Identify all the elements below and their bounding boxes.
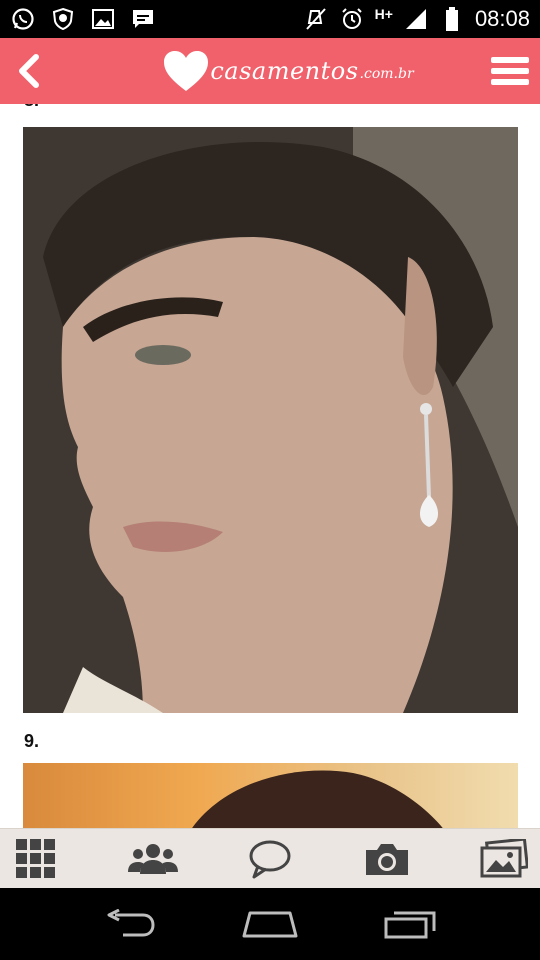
hamburger-menu-icon	[491, 57, 529, 85]
shield-icon	[50, 6, 76, 32]
back-nav-icon	[107, 909, 155, 937]
camera-icon	[366, 843, 408, 875]
clock: 08:08	[474, 6, 530, 31]
back-button[interactable]	[0, 38, 56, 104]
status-left-icons	[10, 6, 156, 32]
tab-gallery[interactable]	[474, 829, 534, 889]
system-navigation-bar	[0, 888, 540, 960]
chat-icon	[130, 6, 156, 32]
community-icon	[128, 843, 178, 874]
item-number: 9.	[24, 731, 40, 751]
logo-text: casamentos	[210, 57, 359, 85]
nav-recents-button[interactable]	[370, 888, 450, 960]
gallery-icon	[480, 838, 528, 877]
network-type: H+	[374, 6, 393, 22]
tab-community[interactable]	[123, 829, 183, 889]
image-icon	[90, 6, 116, 32]
tab-grid[interactable]	[6, 829, 66, 889]
signal-icon	[403, 6, 429, 32]
woman-sunset-photo[interactable]	[23, 763, 518, 828]
nav-home-button[interactable]	[230, 888, 310, 960]
heart-logo-icon	[164, 51, 209, 91]
chevron-left-icon	[19, 54, 39, 88]
home-nav-icon	[242, 911, 298, 938]
woman-profile-earring-photo[interactable]	[23, 127, 518, 713]
mute-icon	[303, 6, 329, 32]
tab-messages[interactable]	[240, 829, 300, 889]
nav-back-button[interactable]	[90, 888, 170, 960]
logo-suffix: .com.br	[359, 66, 414, 82]
whatsapp-icon	[10, 6, 36, 32]
chat-bubble-icon	[249, 840, 291, 878]
app-screen: H+ 08:08 casamentos .com.br 8.	[0, 0, 540, 960]
menu-button[interactable]	[480, 38, 540, 104]
site-logo[interactable]: casamentos .com.br	[96, 49, 480, 93]
app-header: casamentos .com.br	[0, 38, 540, 104]
bottom-tab-bar	[0, 828, 540, 888]
article-content[interactable]: 8. 9.	[0, 104, 540, 828]
tab-camera[interactable]	[357, 829, 417, 889]
battery-icon	[439, 6, 465, 32]
item-number: 8.	[24, 104, 39, 111]
status-right-icons: H+ 08:08	[303, 6, 530, 32]
recents-nav-icon	[384, 911, 436, 939]
alarm-icon	[339, 6, 365, 32]
grid-icon	[16, 838, 55, 878]
status-bar: H+ 08:08	[0, 0, 540, 38]
